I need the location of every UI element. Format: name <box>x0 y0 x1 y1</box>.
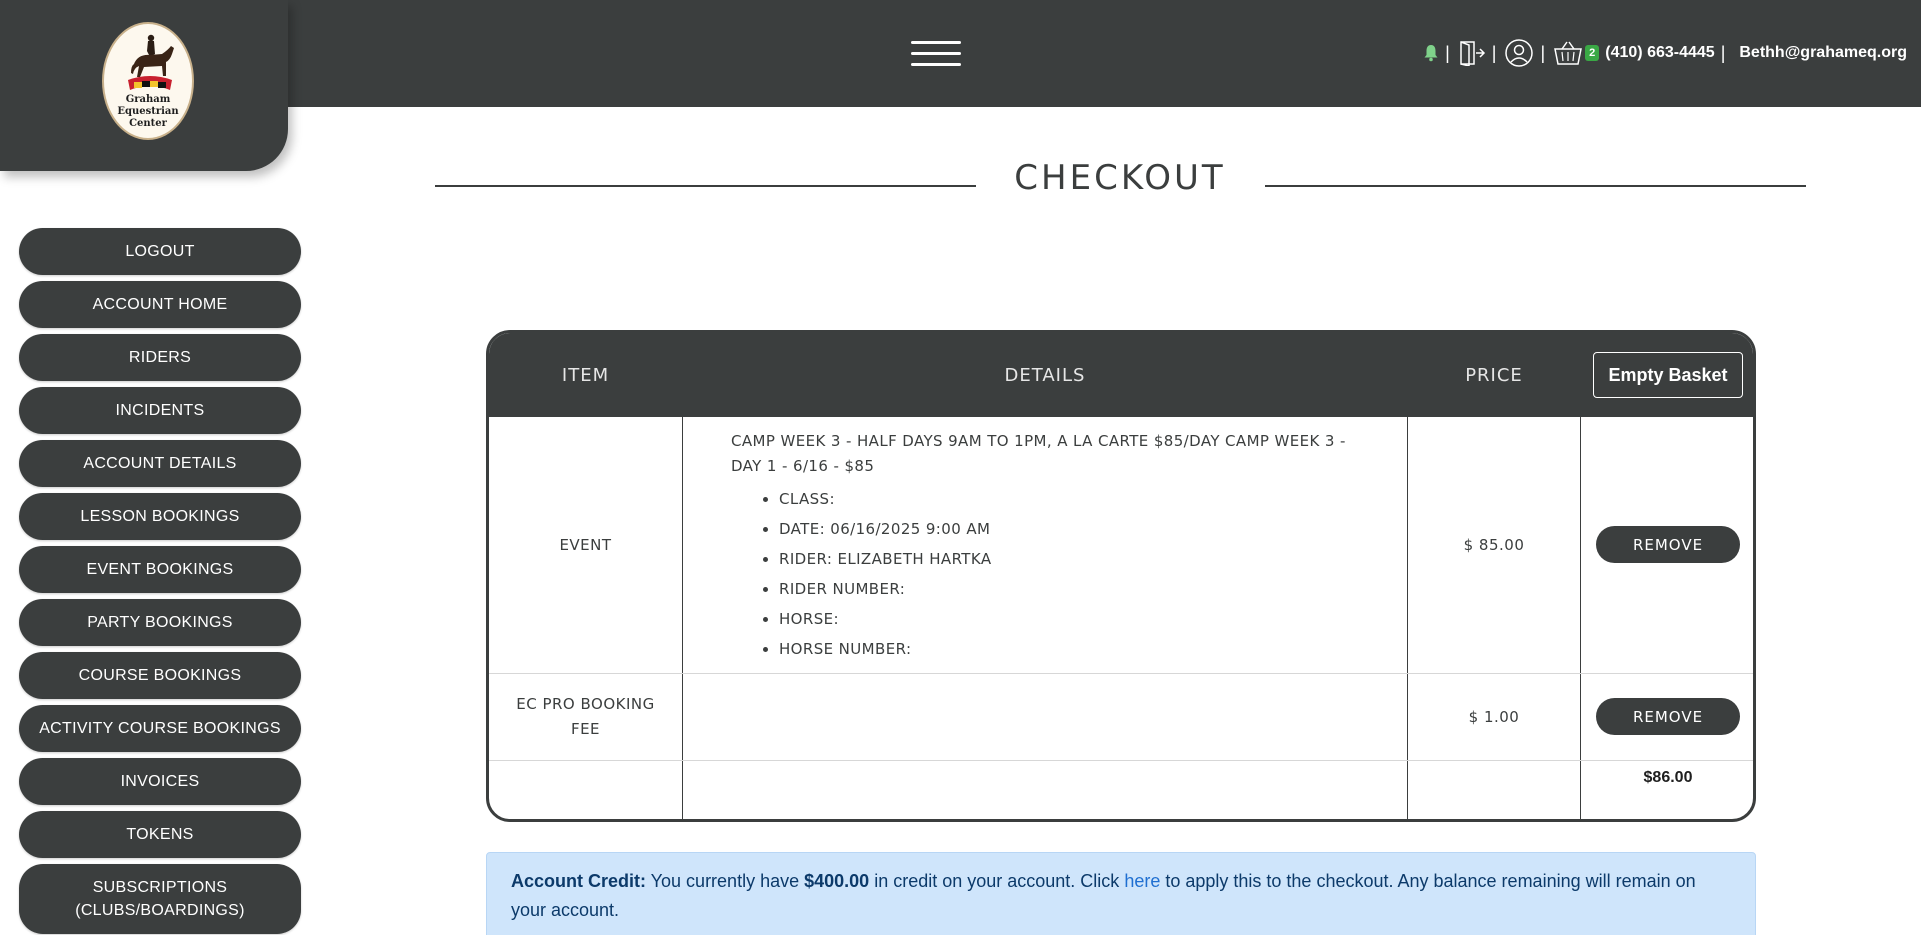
sidebar-item-party-bookings[interactable]: PARTY BOOKINGS <box>19 599 301 646</box>
title-rule-left <box>435 185 976 187</box>
separator: | <box>1540 42 1546 63</box>
list-item: RIDER NUMBER: <box>779 574 1381 604</box>
item-label: EC PRO BOOKING FEE <box>516 692 655 742</box>
hamburger-bar <box>911 41 961 44</box>
row-divider <box>489 760 1753 761</box>
column-divider <box>1580 333 1581 819</box>
table-row-item: EC PRO BOOKING FEE <box>489 674 682 760</box>
list-item: DATE: 06/16/2025 9:00 AM <box>779 514 1381 544</box>
table-row-price: $ 1.00 <box>1468 708 1520 726</box>
account-credit-alert: Account Credit: You currently have $400.… <box>486 852 1756 935</box>
sidebar-item-event-bookings[interactable]: EVENT BOOKINGS <box>19 546 301 593</box>
column-header-price: PRICE <box>1465 364 1523 386</box>
table-row-details: CAMP WEEK 3 - HALF DAYS 9AM TO 1PM, A LA… <box>731 429 1381 664</box>
sidebar-item-logout[interactable]: LOGOUT <box>19 228 301 275</box>
header-contact-bar: | | | 2 (410) 663-4445 | Bethh@grahameq.… <box>1423 36 1907 70</box>
credit-label: Account Credit: <box>511 871 646 891</box>
credit-text: You currently have <box>646 871 805 891</box>
sidebar-item-account-details[interactable]: ACCOUNT DETAILS <box>19 440 301 487</box>
basket-total: $86.00 <box>1643 769 1693 786</box>
credit-amount: $400.00 <box>804 871 870 891</box>
email-link[interactable]: Bethh@grahameq.org <box>1739 44 1907 62</box>
column-header-item: ITEM <box>561 364 610 386</box>
phone-number[interactable]: (410) 663-4445 <box>1605 44 1714 62</box>
logo-text-line: Equestrian <box>117 106 179 117</box>
table-header: ITEM DETAILS PRICE Empty Basket <box>489 333 1753 417</box>
user-account-icon[interactable] <box>1504 38 1534 68</box>
sidebar-item-account-home[interactable]: ACCOUNT HOME <box>19 281 301 328</box>
logo-tab: Graham Equestrian Center <box>0 0 288 171</box>
title-rule-right <box>1265 185 1806 187</box>
sidebar-item-label: SUBSCRIPTIONS (CLUBS/BOARDINGS) <box>75 876 245 922</box>
event-title: CAMP WEEK 3 - HALF DAYS 9AM TO 1PM, A LA… <box>731 432 1346 475</box>
sidebar-item-subscriptions[interactable]: SUBSCRIPTIONS (CLUBS/BOARDINGS) <box>19 864 301 934</box>
list-item: HORSE NUMBER: <box>779 634 1381 664</box>
sidebar-item-incidents[interactable]: INCIDENTS <box>19 387 301 434</box>
item-label-line: EC PRO BOOKING <box>516 695 655 713</box>
logout-door-icon[interactable] <box>1458 40 1486 66</box>
graham-equestrian-logo[interactable]: Graham Equestrian Center <box>102 22 194 140</box>
logo-text-line: Graham <box>125 94 171 105</box>
sidebar-item-activity-course-bookings[interactable]: ACTIVITY COURSE BOOKINGS <box>19 705 301 752</box>
basket-link[interactable]: 2 <box>1553 40 1600 66</box>
apply-credit-link[interactable]: here <box>1124 871 1160 891</box>
event-details-list: CLASS: DATE: 06/16/2025 9:00 AM RIDER: E… <box>779 484 1381 664</box>
list-item: CLASS: <box>779 484 1381 514</box>
table-row-item: EVENT <box>559 536 612 554</box>
basket-icon <box>1553 40 1583 66</box>
hamburger-bar <box>911 52 961 55</box>
list-item: RIDER: ELIZABETH HARTKA <box>779 544 1381 574</box>
separator: | <box>1491 42 1497 63</box>
sidebar-nav: LOGOUT ACCOUNT HOME RIDERS INCIDENTS ACC… <box>19 228 301 935</box>
list-item: HORSE: <box>779 604 1381 634</box>
logo-text: Graham Equestrian Center <box>104 94 192 130</box>
hamburger-menu-icon[interactable] <box>911 39 961 69</box>
sidebar-item-course-bookings[interactable]: COURSE BOOKINGS <box>19 652 301 699</box>
hamburger-bar <box>911 63 961 66</box>
logo-text-line: Center <box>129 118 167 129</box>
remove-item-button[interactable]: REMOVE <box>1596 698 1740 735</box>
page-title: CHECKOUT <box>1014 158 1226 198</box>
sidebar-item-lesson-bookings[interactable]: LESSON BOOKINGS <box>19 493 301 540</box>
sidebar-item-invoices[interactable]: INVOICES <box>19 758 301 805</box>
remove-item-button[interactable]: REMOVE <box>1596 526 1740 563</box>
separator: | <box>1445 42 1450 63</box>
sidebar-item-riders[interactable]: RIDERS <box>19 334 301 381</box>
sidebar-item-label-line: SUBSCRIPTIONS <box>92 879 228 896</box>
basket-count-badge: 2 <box>1585 45 1600 61</box>
separator: | <box>1720 42 1726 63</box>
item-label-line: FEE <box>570 720 601 738</box>
checkout-basket-table: ITEM DETAILS PRICE Empty Basket EVENT CA… <box>486 330 1756 822</box>
sidebar-item-label-line: (CLUBS/BOARDINGS) <box>75 902 245 919</box>
notification-bell-icon[interactable] <box>1423 44 1439 62</box>
column-header-details: DETAILS <box>1004 364 1086 386</box>
column-divider <box>682 333 683 819</box>
sidebar-item-tokens[interactable]: TOKENS <box>19 811 301 858</box>
empty-basket-button[interactable]: Empty Basket <box>1593 352 1743 398</box>
table-row-price: $ 85.00 <box>1463 536 1525 554</box>
credit-text: in credit on your account. Click <box>869 871 1125 891</box>
